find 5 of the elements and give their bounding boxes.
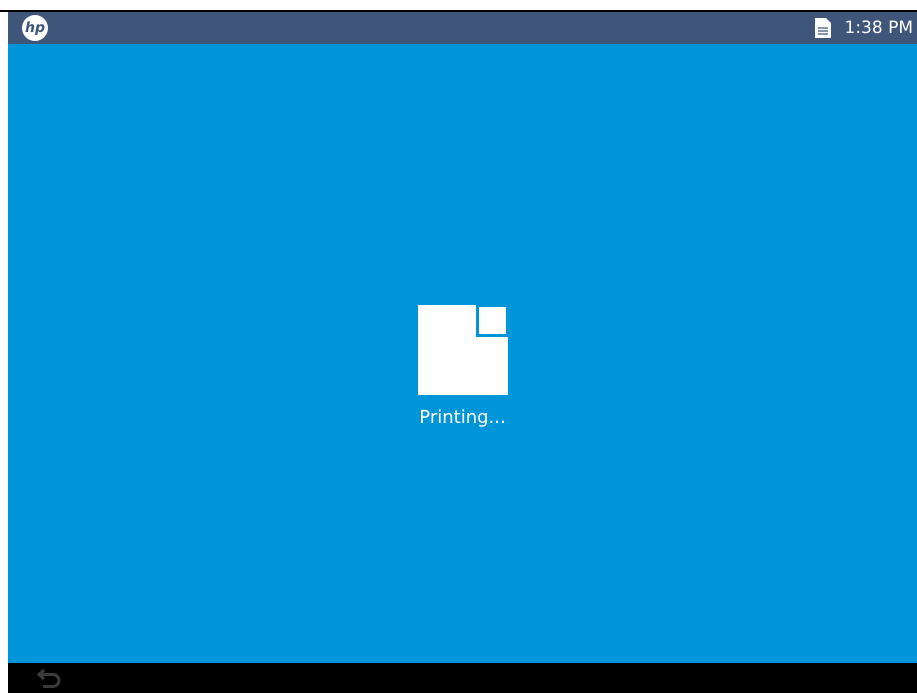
logo: hp bbox=[22, 15, 48, 41]
printing-page-icon bbox=[418, 304, 508, 394]
document-icon bbox=[814, 18, 830, 38]
clock-time: 1:38 PM bbox=[844, 18, 913, 38]
printing-status-text: Printing... bbox=[419, 406, 506, 428]
